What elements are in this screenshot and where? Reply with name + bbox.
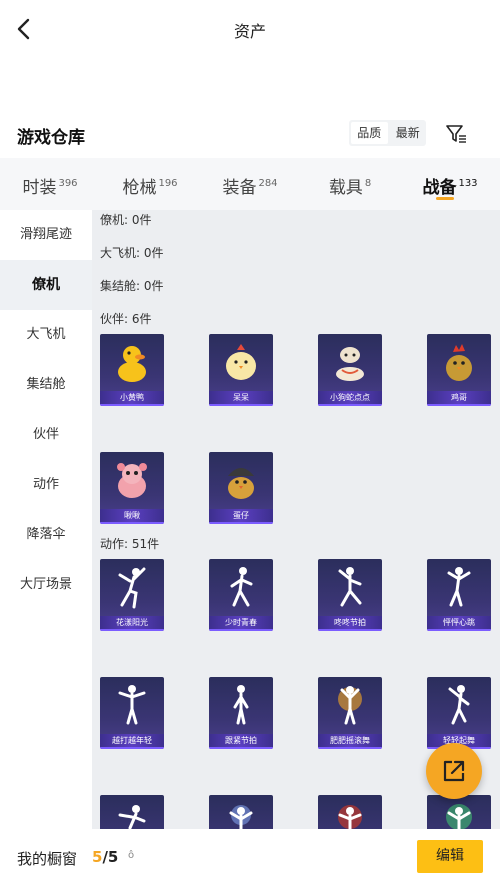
warehouse-header: 游戏仓库 品质 最新	[0, 112, 500, 158]
dancer-icon	[318, 677, 382, 733]
card-name: 小黄鸭	[100, 391, 164, 404]
dancer-icon	[427, 795, 491, 830]
edit-button[interactable]: 编辑	[417, 840, 483, 873]
category-tabs: 时装 396 枪械 196 装备 284 载具 8 战备 133	[0, 158, 500, 210]
tab-gear[interactable]: 战备 133	[400, 158, 500, 210]
chick-icon	[209, 334, 273, 390]
emote-card[interactable]	[209, 795, 273, 830]
sort-latest-button[interactable]: 最新	[390, 120, 427, 146]
emote-card[interactable]: 花漾阳光	[100, 559, 164, 631]
card-name: 啾啾	[100, 509, 164, 522]
pink-creature-icon	[100, 452, 164, 508]
helmet-chick-icon	[209, 452, 273, 508]
share-button[interactable]	[426, 743, 482, 799]
emote-card[interactable]	[427, 795, 491, 830]
sidebar-item-pod[interactable]: 集结舱	[0, 360, 92, 410]
tab-count: 133	[458, 178, 478, 189]
sidebar-item-emote[interactable]: 动作	[0, 460, 92, 510]
item-grid: 僚机: 0件 大飞机: 0件 集结舱: 0件 伙伴: 6件 小黄鸭 呆呆 小狗蛇…	[92, 210, 500, 830]
section-wingman-count: 僚机: 0件	[100, 213, 152, 227]
tab-label: 时装	[22, 178, 57, 198]
dancer-icon	[209, 795, 273, 830]
section-bigplane-count: 大飞机: 0件	[100, 246, 164, 260]
showcase-total: /5	[102, 848, 119, 866]
showcase-current: 5	[92, 848, 103, 866]
sidebar-item-parachute[interactable]: 降落伞	[0, 510, 92, 560]
dancer-icon	[318, 795, 382, 830]
card-name: 鸡哥	[427, 391, 491, 404]
dancer-icon	[209, 559, 273, 615]
external-link-icon	[443, 760, 465, 782]
card-name: 跟紧节拍	[209, 734, 273, 747]
emote-card[interactable]: 怦怦心跳	[427, 559, 491, 631]
sidebar-item-partner[interactable]: 伙伴	[0, 410, 92, 460]
emote-card[interactable]: 越打越年轻	[100, 677, 164, 749]
tab-count: 8	[364, 178, 372, 189]
partner-card[interactable]: 小狗蛇点点	[318, 334, 382, 406]
dancer-icon	[100, 795, 164, 830]
section-pod-count: 集结舱: 0件	[100, 279, 164, 293]
tab-count: 396	[58, 178, 78, 189]
card-name: 咚咚节拍	[318, 616, 382, 629]
partner-card[interactable]: 小黄鸭	[100, 334, 164, 406]
top-bar: 资产	[0, 0, 500, 58]
tab-count: 196	[158, 178, 178, 189]
tab-label: 装备	[222, 178, 257, 198]
partner-card[interactable]: 啾啾	[100, 452, 164, 524]
sidebar-item-big-plane[interactable]: 大飞机	[0, 310, 92, 360]
partner-card[interactable]: 蛋仔	[209, 452, 273, 524]
showcase-label: 我的橱窗	[17, 850, 78, 868]
section-partner-count: 伙伴: 6件	[100, 312, 152, 326]
tab-label: 载具	[328, 178, 363, 198]
lock-icon: ô	[128, 850, 135, 861]
showcase-bar: 我的橱窗 5/5 ô 编辑	[0, 829, 500, 885]
emote-card[interactable]: 轻轻起舞	[427, 677, 491, 749]
tab-vehicles[interactable]: 载具 8	[300, 158, 400, 210]
emote-card[interactable]: 肥肥摇滚舞	[318, 677, 382, 749]
dancer-icon	[209, 677, 273, 733]
rooster-icon	[427, 334, 491, 390]
sort-quality-button[interactable]: 品质	[351, 122, 388, 144]
partner-card[interactable]: 鸡哥	[427, 334, 491, 406]
filter-icon[interactable]	[444, 122, 468, 146]
dancer-icon	[427, 677, 491, 733]
snake-dog-icon	[318, 334, 382, 390]
card-name: 呆呆	[209, 391, 273, 404]
emote-card[interactable]: 咚咚节拍	[318, 559, 382, 631]
card-name: 花漾阳光	[100, 616, 164, 629]
tab-equipment[interactable]: 装备 284	[200, 158, 300, 210]
page-title: 资产	[233, 22, 266, 41]
showcase-count: 5/5	[92, 848, 118, 866]
tab-guns[interactable]: 枪械 196	[100, 158, 200, 210]
card-name: 小狗蛇点点	[318, 391, 382, 404]
active-tab-indicator	[436, 197, 454, 200]
tab-label: 枪械	[122, 178, 157, 198]
sidebar-item-lobby-scene[interactable]: 大厅场景	[0, 560, 92, 610]
sidebar-item-glide-trail[interactable]: 滑翔尾迹	[0, 210, 92, 260]
dancer-icon	[100, 677, 164, 733]
section-emote-count: 动作: 51件	[100, 537, 160, 551]
duck-icon	[100, 334, 164, 390]
emote-card[interactable]: 少时青春	[209, 559, 273, 631]
sidebar: 滑翔尾迹 僚机 大飞机 集结舱 伙伴 动作 降落伞 大厅场景	[0, 210, 92, 830]
partner-card[interactable]: 呆呆	[209, 334, 273, 406]
dancer-icon	[100, 559, 164, 615]
tab-label: 战备	[422, 178, 457, 198]
dancer-icon	[318, 559, 382, 615]
emote-card[interactable]	[100, 795, 164, 830]
sidebar-item-wingman[interactable]: 僚机	[0, 260, 92, 310]
tab-fashion[interactable]: 时装 396	[0, 158, 100, 210]
emote-card[interactable]	[318, 795, 382, 830]
card-name: 怦怦心跳	[427, 616, 491, 629]
emote-card[interactable]: 跟紧节拍	[209, 677, 273, 749]
sort-toggle: 品质 最新	[349, 120, 426, 146]
card-name: 蛋仔	[209, 509, 273, 522]
warehouse-title: 游戏仓库	[17, 128, 85, 148]
card-name: 肥肥摇滚舞	[318, 734, 382, 747]
dancer-icon	[427, 559, 491, 615]
tab-count: 284	[258, 178, 278, 189]
card-name: 越打越年轻	[100, 734, 164, 747]
card-name: 少时青春	[209, 616, 273, 629]
